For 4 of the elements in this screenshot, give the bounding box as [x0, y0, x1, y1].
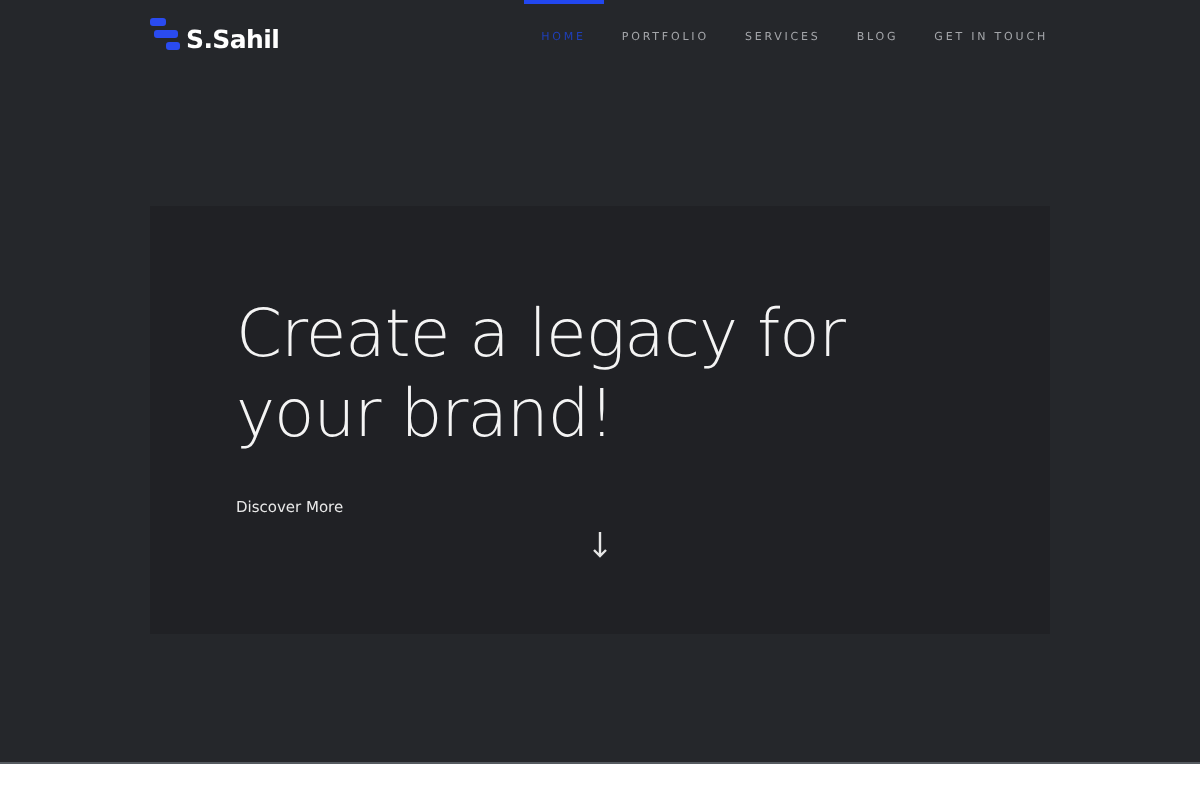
brand-name: S.Sahil [186, 24, 280, 54]
hero-title: Create a legacy for your brand! [236, 294, 848, 454]
logo-icon [150, 18, 182, 52]
down-arrow-icon[interactable] [592, 532, 608, 558]
